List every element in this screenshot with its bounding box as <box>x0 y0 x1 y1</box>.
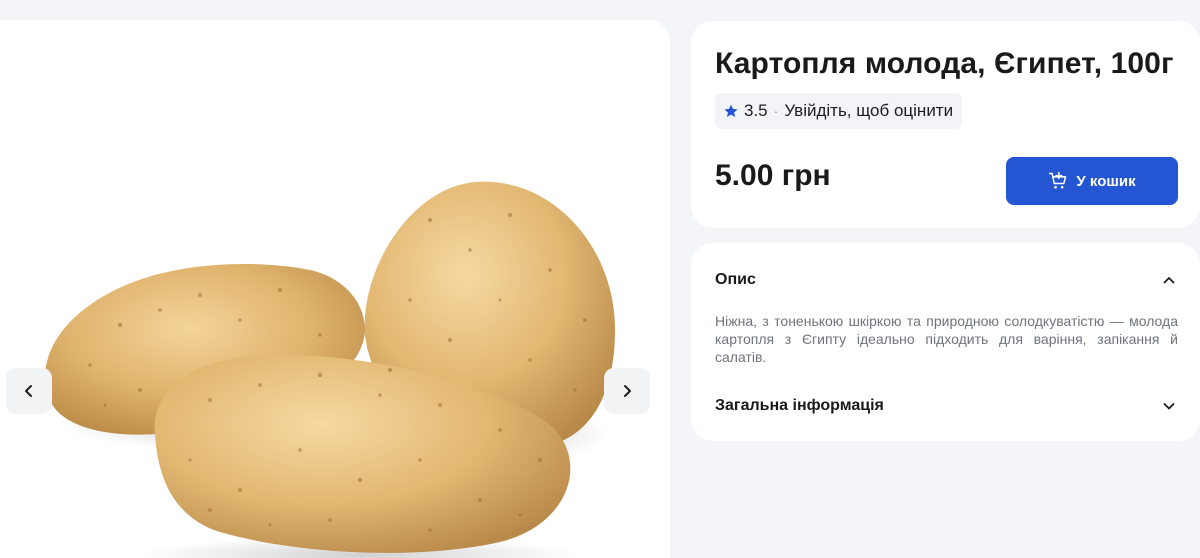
general-info-accordion-header[interactable]: Загальна інформація <box>715 393 1176 419</box>
description-text: Ніжна, з тоненькою шкіркою та природною … <box>715 313 1178 365</box>
chevron-down-icon <box>1163 403 1175 410</box>
rating-separator: · <box>773 103 779 119</box>
chevron-up-icon <box>1163 277 1175 284</box>
gallery-next-button[interactable] <box>604 368 650 414</box>
cart-add-icon <box>1049 171 1067 189</box>
product-gallery <box>0 20 670 558</box>
gallery-prev-button[interactable] <box>6 368 52 414</box>
general-info-title: Загальна інформація <box>715 397 884 414</box>
login-to-rate-link[interactable]: Увійдіть, щоб оцінити <box>784 101 953 121</box>
rating-chip[interactable]: 3.5 · Увійдіть, щоб оцінити <box>715 93 963 129</box>
chevron-right-icon <box>624 385 631 397</box>
add-to-cart-label: У кошик <box>1076 172 1136 190</box>
description-title: Опис <box>715 271 756 288</box>
chevron-left-icon <box>25 385 32 397</box>
product-info-card: Картопля молода, Єгипет, 100г 3.5 · Увій… <box>691 21 1200 228</box>
star-icon <box>724 104 738 117</box>
product-price: 5.00 грн <box>715 159 831 192</box>
product-title: Картопля молода, Єгипет, 100г <box>715 47 1174 80</box>
product-details-card: Опис Ніжна, з тоненькою шкіркою та приро… <box>691 243 1200 441</box>
description-accordion-header[interactable]: Опис <box>715 267 1176 293</box>
rating-score: 3.5 <box>744 101 768 120</box>
product-image <box>45 181 615 558</box>
add-to-cart-button[interactable]: У кошик <box>1006 157 1178 205</box>
